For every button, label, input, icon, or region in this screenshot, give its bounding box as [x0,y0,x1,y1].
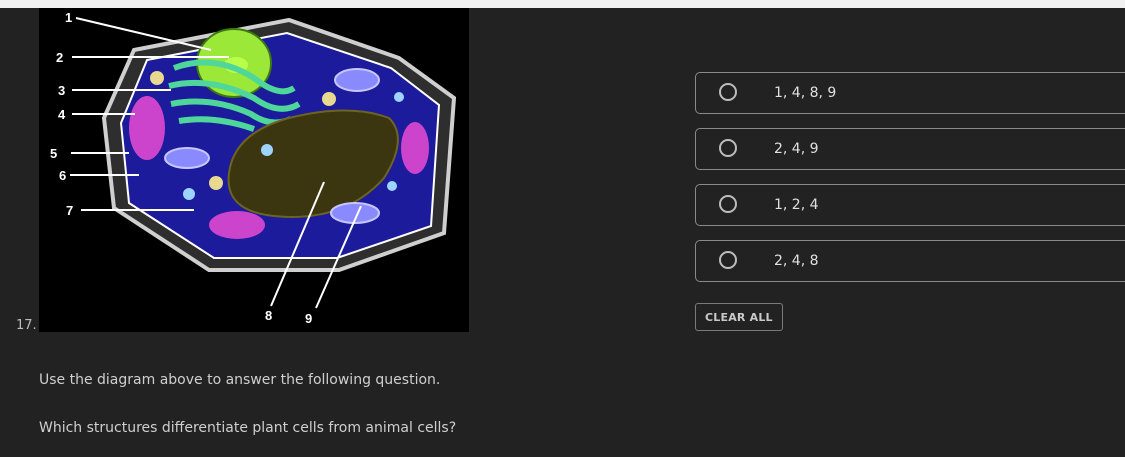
label-2: 2 [56,50,63,65]
question-instruction: Use the diagram above to answer the foll… [39,372,441,388]
plant-cell-diagram: 1 2 3 4 5 6 7 8 9 [39,8,469,332]
option-label: 1, 2, 4 [774,197,819,213]
radio-button-icon[interactable] [719,83,737,101]
label-6: 6 [59,168,66,183]
label-5: 5 [50,146,57,161]
option-2[interactable]: 2, 4, 9 [695,128,1125,170]
question-number: 17. [16,318,37,333]
answer-options: 1, 4, 8, 9 2, 4, 9 1, 2, 4 2, 4, 8 [695,72,1125,296]
option-3[interactable]: 1, 2, 4 [695,184,1125,226]
option-label: 1, 4, 8, 9 [774,85,837,101]
radio-button-icon[interactable] [719,139,737,157]
label-7: 7 [66,203,73,218]
chloroplast [129,96,165,160]
label-3: 3 [58,83,65,98]
chloroplast [209,211,265,239]
mitochondrion [164,147,210,169]
chloroplast [401,122,429,174]
option-1[interactable]: 1, 4, 8, 9 [695,72,1125,114]
option-label: 2, 4, 9 [774,141,819,157]
label-8: 8 [265,308,272,323]
radio-button-icon[interactable] [719,251,737,269]
label-1: 1 [65,10,72,25]
label-9: 9 [305,311,312,326]
option-4[interactable]: 2, 4, 8 [695,240,1125,282]
mitochondrion [334,68,380,92]
question-prompt: Which structures differentiate plant cel… [39,420,457,436]
clear-all-button[interactable]: CLEAR ALL [695,303,783,331]
label-4: 4 [58,107,66,122]
top-bar [0,0,1125,8]
radio-button-icon[interactable] [719,195,737,213]
option-label: 2, 4, 8 [774,253,819,269]
